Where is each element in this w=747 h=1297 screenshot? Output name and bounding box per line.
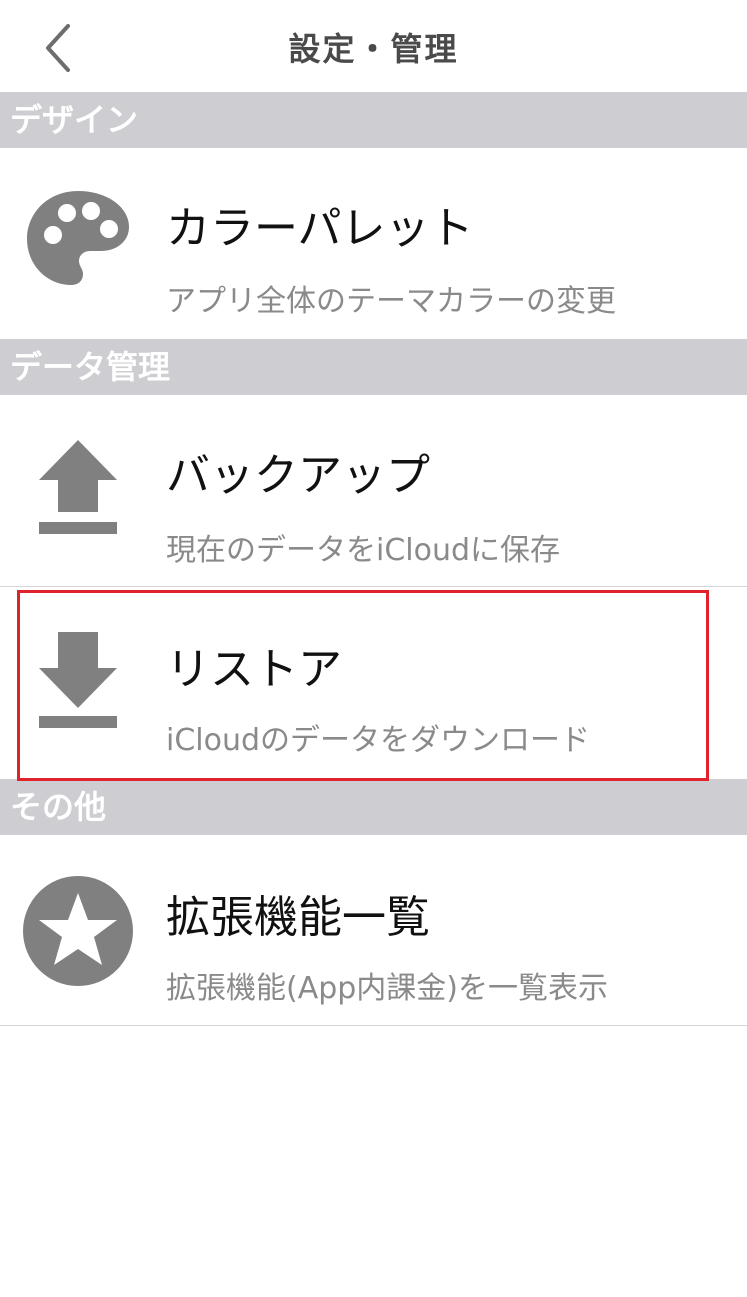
row-color-palette[interactable]: カラーパレット アプリ全体のテーマカラーの変更 — [0, 148, 747, 338]
row-subtitle: 拡張機能(App内課金)を一覧表示 — [166, 971, 609, 1006]
section-header-design: デザイン — [0, 92, 747, 148]
page-title: 設定・管理 — [288, 30, 459, 68]
row-subtitle: 現在のデータをiCloudに保存 — [166, 533, 561, 568]
row-subtitle: iCloudのデータをダウンロード — [166, 723, 591, 758]
row-extensions[interactable]: 拡張機能一覧 拡張機能(App内課金)を一覧表示 — [0, 835, 747, 1025]
section-header-data-management: データ管理 — [0, 339, 747, 395]
row-subtitle: アプリ全体のテーマカラーの変更 — [166, 284, 616, 319]
download-icon — [22, 625, 134, 737]
row-title: バックアップ — [166, 450, 430, 501]
star-icon — [22, 875, 134, 987]
row-backup[interactable]: バックアップ 現在のデータをiCloudに保存 — [0, 395, 747, 586]
row-title: 拡張機能一覧 — [166, 892, 430, 943]
settings-screen: 設定・管理 デザイン カラーパレット アプリ全体のテーマカラーの変更 データ管理… — [0, 0, 747, 1297]
row-separator — [0, 1025, 747, 1026]
palette-icon — [22, 184, 134, 296]
row-title: リストア — [166, 644, 342, 695]
section-header-other: その他 — [0, 779, 747, 835]
row-restore[interactable]: リストア iCloudのデータをダウンロード — [0, 587, 747, 779]
nav-bar: 設定・管理 — [0, 0, 747, 92]
row-title: カラーパレット — [166, 203, 474, 254]
upload-icon — [22, 431, 134, 543]
